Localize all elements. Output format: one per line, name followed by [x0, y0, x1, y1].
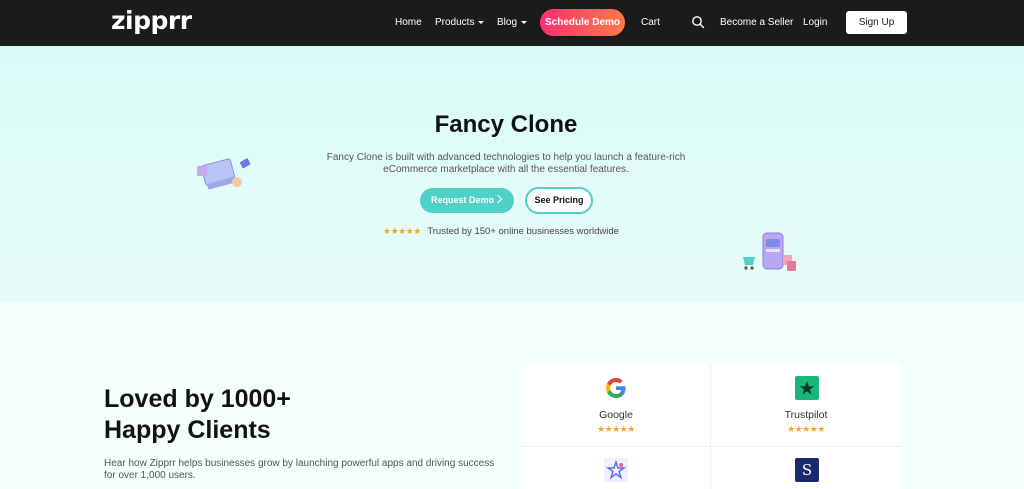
chevron-down-icon: [521, 20, 528, 24]
google-icon: [606, 378, 626, 398]
nav-home[interactable]: Home: [395, 17, 422, 28]
rating-stars: ★★★★★: [383, 226, 421, 236]
chevron-right-icon: [493, 194, 503, 204]
nav-cart[interactable]: Cart: [641, 17, 660, 28]
trustpilot-icon: [795, 376, 819, 400]
rating-stars: ★★★★★: [597, 424, 635, 434]
nav-blog[interactable]: Blog: [497, 17, 528, 28]
trust-line: ★★★★★ Trusted by 150+ online businesses …: [383, 226, 619, 237]
chevron-down-icon: [478, 20, 485, 24]
review-platform-name: Google: [599, 409, 633, 421]
clients-heading-line1: Loved by 1000+: [104, 385, 291, 413]
s-logo-icon[interactable]: S: [795, 458, 819, 482]
nav-become-seller[interactable]: Become a Seller: [720, 17, 793, 28]
signup-button[interactable]: Sign Up: [846, 11, 907, 34]
nav-products-label: Products: [435, 17, 475, 28]
capterra-icon[interactable]: [604, 458, 628, 482]
trusted-text: Trusted by 150+ online businesses worldw…: [427, 226, 619, 237]
hero-section: Fancy Clone Fancy Clone is built with ad…: [0, 46, 1024, 302]
laptop-shopping-illustration: [197, 158, 251, 190]
nav-blog-label: Blog: [497, 17, 518, 28]
request-demo-label: Request Demo: [431, 195, 495, 205]
grid-divider: [521, 446, 901, 447]
schedule-demo-button[interactable]: Schedule Demo: [540, 9, 625, 36]
review-card-trustpilot[interactable]: Trustpilot ★★★★★: [711, 364, 901, 446]
request-demo-button[interactable]: Request Demo: [420, 188, 514, 213]
hero-title: Fancy Clone: [434, 111, 578, 138]
review-platform-name: Trustpilot: [784, 409, 828, 421]
review-card-google[interactable]: Google ★★★★★: [521, 364, 711, 446]
nav-products[interactable]: Products: [435, 17, 485, 28]
search-icon[interactable]: [691, 15, 705, 29]
clients-description: Hear how Zipprr helps businesses grow by…: [104, 458, 495, 481]
rating-stars: ★★★★★: [787, 424, 825, 434]
nav-login[interactable]: Login: [803, 17, 827, 28]
clients-heading: Loved by 1000+ Happy Clients: [104, 384, 291, 446]
review-platforms-grid: Google ★★★★★ Trustpilot ★★★★★ S: [521, 364, 901, 489]
clients-heading-line2: Happy Clients: [104, 416, 271, 444]
top-navbar: zipprr Home Products Blog Schedule Demo …: [0, 0, 1024, 46]
see-pricing-button[interactable]: See Pricing: [525, 187, 593, 214]
zipprr-logo[interactable]: zipprr: [111, 6, 192, 35]
phone-shopping-illustration: [743, 232, 796, 271]
hero-description: Fancy Clone is built with advanced techn…: [326, 152, 686, 175]
